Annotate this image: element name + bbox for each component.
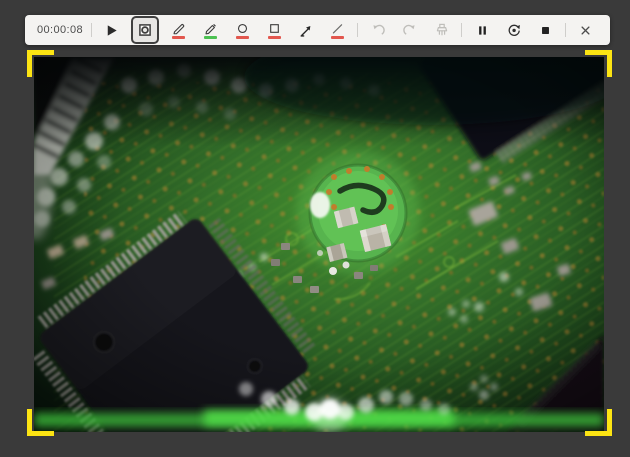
line-color-underline bbox=[331, 36, 345, 39]
restart-recording-button[interactable] bbox=[502, 17, 526, 43]
capture-corner-top-left bbox=[27, 50, 54, 77]
redo-arrow-icon bbox=[402, 22, 418, 38]
close-button[interactable] bbox=[574, 17, 598, 43]
capture-corner-top-right bbox=[585, 50, 612, 77]
pcb-photo bbox=[34, 57, 604, 432]
redo-button[interactable] bbox=[398, 17, 422, 43]
ellipse-color-underline bbox=[235, 36, 249, 39]
circle-icon bbox=[235, 22, 250, 35]
arrow-up-right-icon bbox=[298, 23, 313, 38]
ellipse-tool-button[interactable] bbox=[230, 17, 254, 43]
captured-frame bbox=[34, 57, 604, 432]
restart-record-icon bbox=[506, 22, 522, 38]
vignette bbox=[34, 57, 604, 432]
recording-timer: 00:00:08 bbox=[37, 24, 84, 36]
stop-recording-button[interactable] bbox=[534, 17, 558, 43]
highlighter-tool-button[interactable] bbox=[199, 17, 223, 43]
capture-corner-bottom-right bbox=[585, 409, 612, 436]
clear-annotations-button[interactable] bbox=[430, 17, 454, 43]
capture-corner-bottom-left bbox=[27, 409, 54, 436]
square-icon bbox=[267, 22, 282, 35]
rectangle-tool-button[interactable] bbox=[262, 17, 286, 43]
rectangle-color-underline bbox=[267, 36, 281, 39]
toolbar-divider bbox=[357, 23, 359, 37]
pause-icon bbox=[475, 23, 490, 38]
toolbar-divider bbox=[90, 23, 92, 37]
recording-toolbar: 00:00:08 bbox=[25, 15, 610, 45]
screenshot-region-icon bbox=[137, 22, 153, 38]
marker-icon bbox=[203, 22, 218, 35]
toolbar-divider bbox=[461, 23, 463, 37]
diagonal-line-icon bbox=[330, 22, 345, 35]
snapshot-tool-button[interactable] bbox=[131, 16, 160, 44]
pen-tool-button[interactable] bbox=[167, 17, 191, 43]
undo-button[interactable] bbox=[366, 17, 390, 43]
undo-arrow-icon bbox=[370, 22, 386, 38]
arrow-tool-button[interactable] bbox=[294, 17, 318, 43]
toolbar-divider bbox=[565, 23, 567, 37]
close-x-icon bbox=[578, 23, 593, 38]
highlighter-color-underline bbox=[204, 36, 218, 39]
pause-recording-button[interactable] bbox=[470, 17, 494, 43]
cursor-arrow-icon bbox=[104, 23, 119, 38]
pencil-icon bbox=[171, 22, 186, 35]
brush-icon bbox=[434, 22, 450, 38]
cursor-tool-button[interactable] bbox=[100, 17, 124, 43]
stop-icon bbox=[538, 23, 553, 38]
line-tool-button[interactable] bbox=[326, 17, 350, 43]
pen-color-underline bbox=[172, 36, 186, 39]
